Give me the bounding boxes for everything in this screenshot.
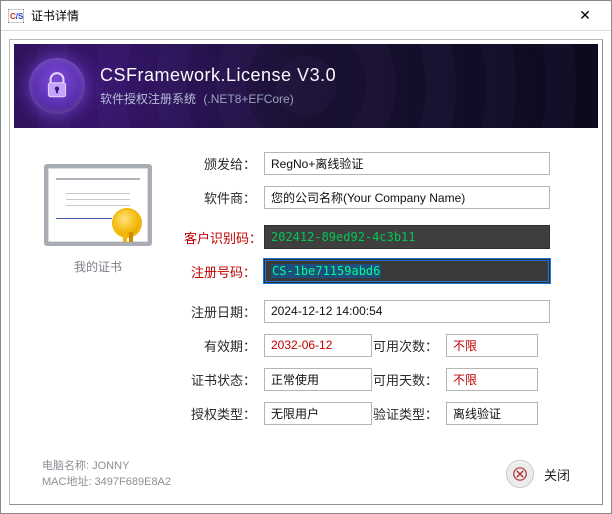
field-reg-date[interactable]: 2024-12-12 14:00:54 — [264, 300, 550, 323]
banner-subtitle: 软件授权注册系统 (.NET8+EFCore) — [100, 90, 336, 107]
titlebar[interactable]: C/S 证书详情 ✕ — [1, 1, 611, 31]
window-close-button[interactable]: ✕ — [565, 1, 605, 31]
banner-text: CSFramework.License V3.0 软件授权注册系统 (.NET8… — [100, 65, 336, 107]
field-status[interactable]: 正常使用 — [264, 368, 372, 391]
label-vendor: 软件商 — [184, 188, 264, 207]
row-auth-type: 授权类型 无限用户 验证类型 离线验证 — [184, 396, 578, 430]
certificate-preview: 我的证书 — [38, 164, 158, 275]
content: 我的证书 颁发给 RegNo+离线验证 软件商 您的公司名称(Your Comp… — [14, 136, 598, 448]
row-expire: 有效期 2032-06-12 可用次数 不限 — [184, 328, 578, 362]
system-info: 电脑名称: JONNY MAC地址: 3497F689E8A2 — [42, 458, 171, 490]
label-usage-days: 可用天数 — [372, 370, 446, 389]
field-issued-to[interactable]: RegNo+离线验证 — [264, 152, 550, 175]
row-reg-date: 注册日期 2024-12-12 14:00:54 — [184, 294, 578, 328]
label-verify-type: 验证类型 — [372, 404, 446, 423]
svg-text:C/S: C/S — [10, 12, 24, 21]
row-issued-to: 颁发给 RegNo+离线验证 — [184, 146, 578, 180]
label-reg-no: 注册号码 — [184, 262, 264, 281]
certificate-caption: 我的证书 — [38, 258, 158, 275]
label-issued-to: 颁发给 — [184, 154, 264, 173]
host-label: 电脑名称: — [42, 460, 89, 472]
row-reg-no: 注册号码 CS-1be71159abd6 — [184, 254, 578, 288]
window-root: C/S 证书详情 ✕ CSFram — [0, 0, 612, 514]
field-customer-id[interactable]: 202412-89ed92-4c3b11 — [264, 225, 550, 249]
row-customer-id: 客户识别码 202412-89ed92-4c3b11 — [184, 220, 578, 254]
field-reg-no[interactable]: CS-1be71159abd6 — [264, 259, 550, 283]
panel: CSFramework.License V3.0 软件授权注册系统 (.NET8… — [9, 39, 603, 505]
label-expire: 有效期 — [184, 336, 264, 355]
mac-label: MAC地址: — [42, 476, 92, 488]
label-usage-count: 可用次数 — [372, 336, 446, 355]
banner-sub-suffix: (.NET8+EFCore) — [203, 92, 293, 106]
row-status: 证书状态 正常使用 可用天数 不限 — [184, 362, 578, 396]
close-button-label: 关闭 — [544, 465, 570, 484]
field-auth-type[interactable]: 无限用户 — [264, 402, 372, 425]
body: CSFramework.License V3.0 软件授权注册系统 (.NET8… — [1, 31, 611, 513]
window-title: 证书详情 — [31, 7, 79, 24]
banner-sub-main: 软件授权注册系统 — [100, 92, 196, 106]
banner-icon-wrap — [14, 58, 100, 114]
app-icon: C/S — [7, 8, 25, 24]
seal-icon — [114, 210, 140, 236]
field-usage-count[interactable]: 不限 — [446, 334, 538, 357]
field-expire[interactable]: 2032-06-12 — [264, 334, 372, 357]
mac-value: 3497F689E8A2 — [95, 476, 171, 488]
field-vendor[interactable]: 您的公司名称(Your Company Name) — [264, 186, 550, 209]
host-line: 电脑名称: JONNY — [42, 458, 171, 474]
banner-title: CSFramework.License V3.0 — [100, 65, 336, 86]
row-vendor: 软件商 您的公司名称(Your Company Name) — [184, 180, 578, 214]
field-verify-type[interactable]: 离线验证 — [446, 402, 538, 425]
close-icon — [506, 460, 534, 488]
label-auth-type: 授权类型 — [184, 404, 264, 423]
label-reg-date: 注册日期 — [184, 302, 264, 321]
banner: CSFramework.License V3.0 软件授权注册系统 (.NET8… — [14, 44, 598, 128]
label-customer-id: 客户识别码 — [184, 228, 264, 247]
field-usage-days[interactable]: 不限 — [446, 368, 538, 391]
footer: 电脑名称: JONNY MAC地址: 3497F689E8A2 关闭 — [14, 448, 598, 500]
label-status: 证书状态 — [184, 370, 264, 389]
form: 颁发给 RegNo+离线验证 软件商 您的公司名称(Your Company N… — [184, 146, 578, 430]
certificate-icon — [44, 164, 152, 246]
mac-line: MAC地址: 3497F689E8A2 — [42, 474, 171, 490]
host-value: JONNY — [92, 460, 129, 472]
close-button[interactable]: 关闭 — [500, 456, 580, 492]
lock-icon — [29, 58, 85, 114]
